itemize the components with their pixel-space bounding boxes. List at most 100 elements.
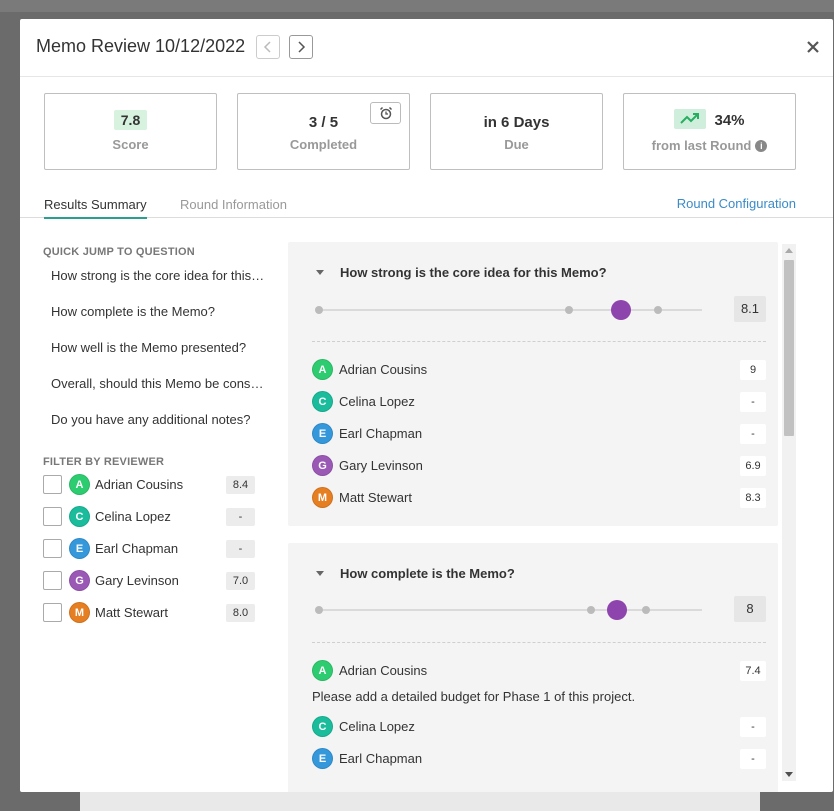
response-score: 7.4 bbox=[740, 661, 766, 681]
jump-item[interactable]: How strong is the core idea for this Mem… bbox=[43, 264, 265, 300]
response-score: 6.9 bbox=[740, 456, 766, 476]
question-card: How strong is the core idea for this Mem… bbox=[288, 242, 778, 526]
quick-jump-list: How strong is the core idea for this Mem… bbox=[43, 264, 273, 444]
next-button[interactable] bbox=[289, 35, 313, 59]
completed-value: 3 / 5 bbox=[308, 114, 339, 131]
average-score: 8.1 bbox=[734, 296, 766, 322]
average-score: 8 bbox=[734, 596, 766, 622]
reviewer-name: Adrian Cousins bbox=[339, 362, 428, 377]
response-row: C Celina Lopez - bbox=[312, 715, 766, 739]
avatar: C bbox=[312, 391, 333, 412]
avatar: M bbox=[312, 487, 333, 508]
scroll-down-icon[interactable] bbox=[785, 772, 793, 777]
round-configuration-link[interactable]: Round Configuration bbox=[677, 196, 796, 211]
tab-bar: Results Summary Round Information Round … bbox=[20, 189, 833, 219]
chevron-right-icon bbox=[298, 41, 306, 53]
trend-value: 34% bbox=[714, 111, 745, 129]
avatar: C bbox=[69, 506, 90, 527]
questions-panel: How strong is the core idea for this Mem… bbox=[288, 242, 798, 792]
avatar: C bbox=[312, 716, 333, 737]
trending-up-icon bbox=[674, 109, 707, 129]
reviewer-name: Adrian Cousins bbox=[339, 663, 428, 678]
reviewer-checkbox[interactable] bbox=[43, 475, 62, 494]
modal-header: Memo Review 10/12/2022 bbox=[20, 19, 833, 77]
avatar: G bbox=[69, 570, 90, 591]
modal-title: Memo Review 10/12/2022 bbox=[36, 36, 246, 56]
scrollbar-thumb[interactable] bbox=[784, 260, 794, 436]
close-icon bbox=[807, 41, 819, 53]
response-row: A Adrian Cousins 9 bbox=[312, 358, 766, 382]
reviewer-name: Celina Lopez bbox=[95, 509, 171, 524]
reviewer-filter-row[interactable]: G Gary Levinson 7.0 bbox=[43, 567, 273, 599]
reviewer-name: Celina Lopez bbox=[339, 719, 415, 734]
score-value: 7.8 bbox=[113, 110, 148, 130]
slider-knob bbox=[611, 300, 631, 320]
response-row: E Earl Chapman - bbox=[312, 747, 766, 771]
slider-tick bbox=[565, 306, 573, 314]
slider-tick bbox=[654, 306, 662, 314]
slider-knob bbox=[607, 600, 627, 620]
reviewer-checkbox[interactable] bbox=[43, 603, 62, 622]
due-value: in 6 Days bbox=[483, 114, 550, 131]
reviewer-score: 8.4 bbox=[226, 476, 255, 494]
reviewer-checkbox[interactable] bbox=[43, 571, 62, 590]
due-label: Due bbox=[504, 137, 529, 152]
jump-item[interactable]: How complete is the Memo? bbox=[43, 300, 265, 336]
slider-tick bbox=[315, 306, 323, 314]
slider-tick bbox=[315, 606, 323, 614]
divider bbox=[312, 341, 766, 342]
response-row: M Matt Stewart 8.3 bbox=[312, 486, 766, 510]
reviewer-name: Gary Levinson bbox=[95, 573, 179, 588]
quick-jump-title: QUICK JUMP TO QUESTION bbox=[43, 246, 195, 258]
reviewer-name: Celina Lopez bbox=[339, 394, 415, 409]
scroll-up-icon[interactable] bbox=[785, 248, 793, 253]
completed-stat: 3 / 5 Completed bbox=[237, 93, 410, 170]
reviewer-name: Gary Levinson bbox=[339, 458, 423, 473]
memo-review-modal: Memo Review 10/12/2022 7.8 Score 3 / 5 C… bbox=[20, 19, 833, 792]
reviewer-name: Matt Stewart bbox=[339, 490, 412, 505]
slider-tick bbox=[642, 606, 650, 614]
question-title: How complete is the Memo? bbox=[340, 566, 515, 581]
tab-results-summary[interactable]: Results Summary bbox=[44, 197, 147, 219]
tab-round-information[interactable]: Round Information bbox=[180, 197, 287, 212]
collapse-caret-icon[interactable] bbox=[316, 270, 324, 275]
reviewer-filter-row[interactable]: A Adrian Cousins 8.4 bbox=[43, 471, 273, 503]
divider bbox=[312, 642, 766, 643]
vertical-scrollbar[interactable] bbox=[782, 244, 796, 781]
question-card: How complete is the Memo? 8 A Adrian Cou… bbox=[288, 543, 778, 792]
collapse-caret-icon[interactable] bbox=[316, 571, 324, 576]
backdrop bbox=[0, 0, 834, 12]
sidebar: QUICK JUMP TO QUESTION How strong is the… bbox=[43, 246, 273, 631]
response-score: 9 bbox=[740, 360, 766, 380]
response-score: - bbox=[740, 749, 766, 769]
reviewer-checkbox[interactable] bbox=[43, 539, 62, 558]
reviewer-name: Earl Chapman bbox=[95, 541, 179, 556]
reviewer-filter-list: A Adrian Cousins 8.4 C Celina Lopez - E … bbox=[43, 471, 273, 631]
avatar: E bbox=[312, 748, 333, 769]
close-button[interactable] bbox=[801, 35, 825, 59]
reviewer-score: - bbox=[226, 540, 255, 558]
avatar: A bbox=[69, 474, 90, 495]
stats-row: 7.8 Score 3 / 5 Completed in 6 Days Due … bbox=[44, 93, 796, 171]
avatar: E bbox=[69, 538, 90, 559]
jump-item[interactable]: Do you have any additional notes? bbox=[43, 408, 265, 444]
reviewer-checkbox[interactable] bbox=[43, 507, 62, 526]
reviewer-filter-row[interactable]: C Celina Lopez - bbox=[43, 503, 273, 535]
reviewer-name: Adrian Cousins bbox=[95, 477, 184, 492]
question-title: How strong is the core idea for this Mem… bbox=[340, 265, 607, 280]
response-score: - bbox=[740, 392, 766, 412]
avatar: M bbox=[69, 602, 90, 623]
reviewer-filter-row[interactable]: M Matt Stewart 8.0 bbox=[43, 599, 273, 631]
reviewer-filter-row[interactable]: E Earl Chapman - bbox=[43, 535, 273, 567]
info-icon[interactable]: i bbox=[755, 140, 768, 152]
score-label: Score bbox=[112, 137, 149, 152]
jump-item[interactable]: How well is the Memo presented? bbox=[43, 336, 265, 372]
response-note: Please add a detailed budget for Phase 1… bbox=[312, 689, 636, 704]
previous-button[interactable] bbox=[256, 35, 280, 59]
slider-tick bbox=[587, 606, 595, 614]
chevron-left-icon bbox=[263, 41, 271, 53]
filter-title: FILTER BY REVIEWER bbox=[43, 456, 165, 468]
response-score: - bbox=[740, 424, 766, 444]
jump-item[interactable]: Overall, should this Memo be considered? bbox=[43, 372, 265, 408]
avatar: E bbox=[312, 423, 333, 444]
